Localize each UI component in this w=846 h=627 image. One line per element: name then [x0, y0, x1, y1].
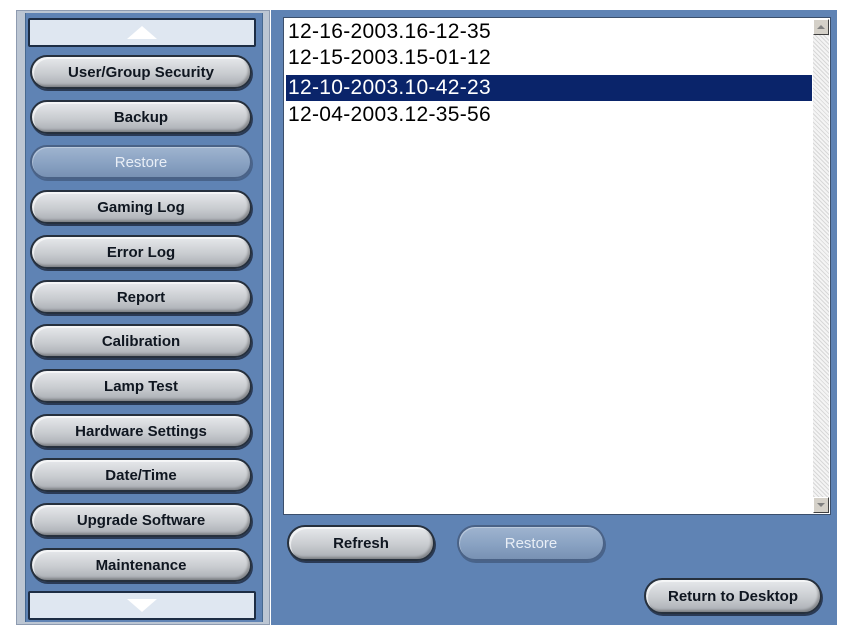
- sidebar: User/Group Security Backup Restore Gamin…: [16, 10, 270, 625]
- maintenance-button[interactable]: Maintenance: [30, 548, 252, 582]
- date-time-button[interactable]: Date/Time: [30, 458, 252, 492]
- upgrade-software-button[interactable]: Upgrade Software: [30, 503, 252, 537]
- restore-panel: 12-16-2003.16-12-35 12-15-2003.15-01-12 …: [271, 10, 837, 625]
- lamp-test-button[interactable]: Lamp Test: [30, 369, 252, 403]
- gaming-log-button[interactable]: Gaming Log: [30, 190, 252, 224]
- list-item[interactable]: 12-16-2003.16-12-35: [286, 19, 812, 45]
- backup-list[interactable]: 12-16-2003.16-12-35 12-15-2003.15-01-12 …: [283, 17, 831, 515]
- list-item[interactable]: 12-04-2003.12-35-56: [286, 102, 812, 128]
- list-item[interactable]: 12-15-2003.15-01-12: [286, 45, 812, 71]
- triangle-up-icon: [127, 26, 157, 39]
- arrow-down-icon: [817, 503, 825, 507]
- report-button[interactable]: Report: [30, 280, 252, 314]
- restore-button: Restore: [457, 525, 605, 561]
- arrow-up-icon: [817, 25, 825, 29]
- error-log-button[interactable]: Error Log: [30, 235, 252, 269]
- window: User/Group Security Backup Restore Gamin…: [0, 0, 846, 627]
- list-item-selected[interactable]: 12-10-2003.10-42-23: [286, 75, 812, 101]
- user-group-security-button[interactable]: User/Group Security: [30, 55, 252, 89]
- refresh-button[interactable]: Refresh: [287, 525, 435, 561]
- restore-nav-button: Restore: [30, 145, 252, 179]
- backup-button[interactable]: Backup: [30, 100, 252, 134]
- sidebar-menu: User/Group Security Backup Restore Gamin…: [25, 13, 263, 622]
- calibration-button[interactable]: Calibration: [30, 324, 252, 358]
- menu-scroll-down-button[interactable]: [28, 591, 256, 620]
- scroll-up-arrow[interactable]: [813, 19, 829, 35]
- hardware-settings-button[interactable]: Hardware Settings: [30, 414, 252, 448]
- triangle-down-icon: [127, 599, 157, 612]
- menu-scroll-up-button[interactable]: [28, 18, 256, 47]
- return-to-desktop-button[interactable]: Return to Desktop: [644, 578, 822, 614]
- scroll-down-arrow[interactable]: [813, 497, 829, 513]
- list-scrollbar[interactable]: [813, 19, 829, 513]
